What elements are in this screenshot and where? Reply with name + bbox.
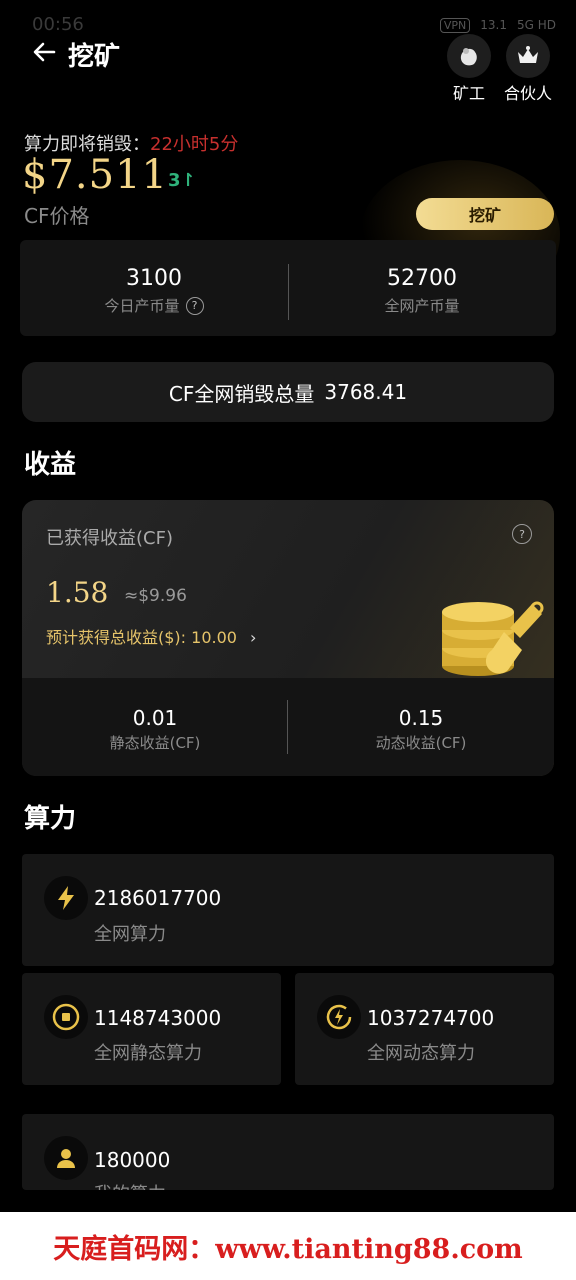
destroyed-total-value: 3768.41 <box>324 380 408 404</box>
static-earnings-value: 0.01 <box>132 706 178 730</box>
user-icon <box>44 1136 88 1180</box>
miner-avatar-icon <box>447 34 491 78</box>
earned-usd: ≈$9.96 <box>124 586 187 606</box>
miner-button[interactable]: 矿工 <box>443 34 495 104</box>
page-title: 挖矿 <box>68 42 121 72</box>
power-section-title: 算力 <box>24 804 77 834</box>
static-power-icon <box>44 995 88 1039</box>
net-speed: 13.1 <box>480 18 507 32</box>
today-output: 3100 今日产币量 ? <box>20 266 288 316</box>
today-output-value: 3100 <box>126 266 182 291</box>
gold-coins-shovel-icon <box>440 596 550 690</box>
dynamic-power-icon <box>317 995 361 1039</box>
price-trend: 3↾ <box>168 170 196 191</box>
today-output-label: 今日产币量 <box>104 297 180 315</box>
earned-value: 1.58 <box>46 576 109 609</box>
static-power-value: 1148743000 <box>94 1006 222 1030</box>
mine-button[interactable]: 挖矿 <box>416 198 554 230</box>
lightning-icon <box>44 876 88 920</box>
watermark-banner: 天庭首码网：www.tianting88.com <box>0 1212 576 1280</box>
status-time: 00:56 <box>32 14 84 35</box>
dynamic-power-card: 1037274700 全网动态算力 <box>295 973 554 1085</box>
status-icons: VPN 13.1 5G HD <box>439 18 556 33</box>
dynamic-earnings-label: 动态收益(CF) <box>375 734 467 752</box>
static-earnings: 0.01 静态收益(CF) <box>22 706 288 753</box>
production-stats-card: 3100 今日产币量 ? 52700 全网产币量 <box>20 240 556 336</box>
back-arrow-icon[interactable] <box>30 38 60 68</box>
static-earnings-label: 静态收益(CF) <box>109 734 201 752</box>
watermark-text: 天庭首码网：www.tianting88.com <box>53 1233 523 1265</box>
help-icon[interactable]: ? <box>185 296 204 315</box>
earnings-help-icon[interactable]: ? <box>512 524 532 544</box>
destroyed-total-card: CF全网销毁总量 3768.41 <box>22 362 554 422</box>
partner-button[interactable]: 合伙人 <box>502 34 554 104</box>
dynamic-earnings-value: 0.15 <box>398 706 444 730</box>
miner-label: 矿工 <box>452 84 485 103</box>
earnings-section-title: 收益 <box>24 450 77 480</box>
cf-price-value: $7.511 <box>22 152 168 198</box>
dynamic-power-value: 1037274700 <box>367 1006 495 1030</box>
my-power-value: 180000 <box>94 1148 171 1172</box>
my-power-label: 我的算力 <box>94 1180 166 1190</box>
earnings-card: 已获得收益(CF) ? 1.58 ≈$9.96 预计获得总收益($): 10.0… <box>22 500 554 776</box>
today-output-label-row: 今日产币量 ? <box>20 295 288 316</box>
static-power-card: 1148743000 全网静态算力 <box>22 973 281 1085</box>
network-output-value: 52700 <box>387 266 457 291</box>
static-power-label: 全网静态算力 <box>94 1043 202 1064</box>
partner-label: 合伙人 <box>503 84 552 103</box>
network-output-label: 全网产币量 <box>384 297 460 315</box>
expected-earnings-label: 预计获得总收益($): 10.00 <box>46 628 237 647</box>
expected-earnings-link[interactable]: 预计获得总收益($): 10.00 › <box>46 624 256 648</box>
network-power-card: 2186017700 全网算力 <box>22 854 554 966</box>
chevron-right-icon: › <box>250 628 257 647</box>
net-type: 5G HD <box>516 18 556 32</box>
destroyed-total-label: CF全网销毁总量 <box>168 381 315 406</box>
price-trend-value: 3 <box>168 170 181 191</box>
earned-label: 已获得收益(CF) <box>46 528 173 549</box>
vpn-badge: VPN <box>439 18 471 33</box>
network-power-value: 2186017700 <box>94 886 222 910</box>
dynamic-power-label: 全网动态算力 <box>367 1043 475 1064</box>
network-output: 52700 全网产币量 <box>288 266 556 316</box>
network-power-label: 全网算力 <box>94 924 166 945</box>
crown-icon <box>506 34 550 78</box>
dynamic-earnings: 0.15 动态收益(CF) <box>288 706 554 753</box>
trend-up-icon: ↾ <box>180 170 196 191</box>
cf-price-label: CF价格 <box>24 204 90 228</box>
my-power-card: 180000 我的算力 <box>22 1114 554 1190</box>
